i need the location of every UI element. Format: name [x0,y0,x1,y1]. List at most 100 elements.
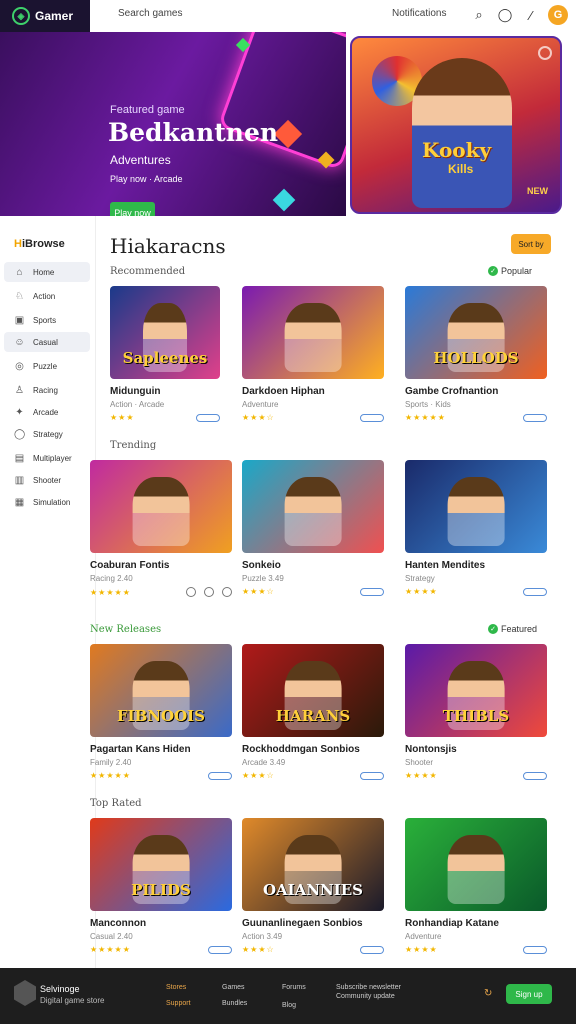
game-title[interactable]: Pagartan Kans Hiden [90,744,232,755]
wishlist-toggle[interactable] [360,771,384,780]
category-icon: ⌂ [16,266,23,278]
footer-link[interactable]: Forums [282,984,306,991]
section-filter-tag[interactable]: ✓ Featured [488,624,537,634]
game-card[interactable]: THIBLS Nontonsjis Shooter ★★★★ [405,644,547,780]
wishlist-toggle[interactable] [523,587,547,596]
star-rating: ★★★★ [405,771,438,780]
game-card[interactable]: Sapleenes Midunguin Action · Arcade ★★★ [110,286,220,422]
game-title[interactable]: Ronhandiap Katane [405,918,547,929]
sidebar-item-label: Sports [33,315,57,325]
hero-banner[interactable]: Featured game Bedkantnen Adventures Play… [0,32,346,216]
game-thumbnail[interactable]: OAIANNIES [242,818,384,911]
sort-button[interactable]: Sort by [511,234,551,254]
wishlist-toggle[interactable] [208,945,232,954]
game-thumbnail[interactable]: HARANS [242,644,384,737]
avatar[interactable]: G [548,5,568,25]
game-meta: Racing 2.40 [90,574,133,583]
game-card[interactable]: FIBNOOIS Pagartan Kans Hiden Family 2.40 ★★… [90,644,232,780]
game-card[interactable]: HARANS Rockhoddmgan Sonbios Arcade 3.49 ★★★… [242,644,384,780]
wishlist-toggle[interactable] [523,771,547,780]
sidebar-item[interactable]: ✦ Arcade [4,402,90,422]
signup-button[interactable]: Sign up [506,984,552,1004]
sidebar-item[interactable]: ♘ Action [4,286,90,306]
game-title[interactable]: Manconnon [90,918,232,929]
notifications-link[interactable]: Notifications [392,8,446,19]
game-meta: Arcade 3.49 [242,758,286,767]
hero-play-button[interactable]: Play now [110,202,155,216]
game-card[interactable]: Ronhandiap Katane Adventure ★★★★ [405,818,547,954]
search-input[interactable]: Search games [118,8,182,19]
sidebar-item[interactable]: ⌂ Home [4,262,90,282]
footer-link[interactable]: Games [222,984,245,991]
game-thumbnail[interactable]: Sapleenes [110,286,220,379]
star-rating: ★★★☆ [242,771,275,780]
game-card[interactable]: OAIANNIES Guunanlinegaen Sonbios Action 3.… [242,818,384,954]
game-card[interactable]: PILIDS Manconnon Casual 2.40 ★★★★★ [90,818,232,954]
category-icon: ♘ [15,290,24,302]
wishlist-toggle[interactable] [196,413,220,422]
sidebar-item-label: Simulation [33,497,71,507]
sidebar-item-label: Action [33,291,56,301]
footer-link[interactable]: Blog [282,1002,296,1009]
wishlist-toggle[interactable] [360,945,384,954]
sidebar-item[interactable]: ◯ Strategy [4,424,90,444]
wishlist-toggle[interactable] [360,413,384,422]
game-title[interactable]: Midunguin [110,386,220,397]
sidebar-item[interactable]: ▤ Multiplayer [4,448,90,468]
section-heading: Recommended [110,266,186,277]
game-thumbnail[interactable] [242,286,384,379]
game-card[interactable]: HOLLODS Gambe Crofnantion Sports · Kids ★★★… [405,286,547,422]
game-title[interactable]: Gambe Crofnantion [405,386,547,397]
wishlist-toggle[interactable] [360,587,384,596]
game-thumbnail[interactable] [242,460,384,553]
wishlist-toggle[interactable] [523,945,547,954]
wishlist-toggle[interactable] [208,771,232,780]
pin-icon[interactable]: ⁄ [522,6,540,24]
game-title[interactable]: Coaburan Fontis [90,560,232,571]
footer-link[interactable]: Community update [336,993,395,1000]
game-card[interactable]: Coaburan Fontis Racing 2.40 ★★★★★ [90,460,232,597]
search-icon[interactable]: ⌕ [470,6,488,24]
game-thumbnail[interactable] [90,460,232,553]
game-title[interactable]: Nontonsjis [405,744,547,755]
game-card[interactable]: Sonkeio Puzzle 3.49 ★★★☆ [242,460,384,596]
sidebar-item[interactable]: ◎ Puzzle [4,356,90,376]
game-thumbnail[interactable] [405,818,547,911]
game-thumbnail[interactable]: FIBNOOIS [90,644,232,737]
refresh-icon[interactable]: ↻ [484,988,492,999]
sidebar-item[interactable]: ▥ Shooter [4,470,90,490]
character-graphic [447,476,505,547]
footer-link[interactable]: Support [166,1000,191,1007]
game-title[interactable]: Darkdoen Hiphan [242,386,384,397]
game-meta: Strategy [405,574,435,583]
footer-link[interactable]: Subscribe newsletter [336,984,401,991]
brand-logo[interactable]: ◈ Gamer [0,0,90,32]
sidebar-item[interactable]: ♙ Racing [4,380,90,400]
game-title[interactable]: Sonkeio [242,560,384,571]
game-title[interactable]: Hanten Mendites [405,560,547,571]
game-title[interactable]: Guunanlinegaen Sonbios [242,918,384,929]
section-filter-tag[interactable]: ✓ Popular [488,266,532,276]
game-meta: Shooter [405,758,434,767]
sidebar-item[interactable]: ▣ Sports [4,310,90,330]
game-meta: Puzzle 3.49 [242,574,284,583]
hero-game-artwork[interactable]: Kooky Kills NEW [350,36,562,214]
carousel-next-icon[interactable] [538,46,552,60]
game-thumbnail[interactable]: PILIDS [90,818,232,911]
platform-icon [204,587,214,597]
footer-link[interactable]: Stores [166,984,186,991]
game-thumbnail[interactable]: HOLLODS [405,286,547,379]
game-thumbnail[interactable] [405,460,547,553]
game-title[interactable]: Rockhoddmgan Sonbios [242,744,384,755]
game-card[interactable]: Darkdoen Hiphan Adventure ★★★☆ [242,286,384,422]
game-thumbnail[interactable]: THIBLS [405,644,547,737]
footer-link[interactable]: Bundles [222,1000,247,1007]
game-card[interactable]: Hanten Mendites Strategy ★★★★ [405,460,547,596]
wishlist-toggle[interactable] [523,413,547,422]
character-graphic [132,476,190,547]
sidebar-item-label: Shooter [33,475,62,485]
character-graphic [284,302,342,373]
sidebar-item[interactable]: ☺ Casual [4,332,90,352]
sidebar-item[interactable]: ▦ Simulation [4,492,90,512]
chat-icon[interactable]: ◯ [496,6,514,24]
